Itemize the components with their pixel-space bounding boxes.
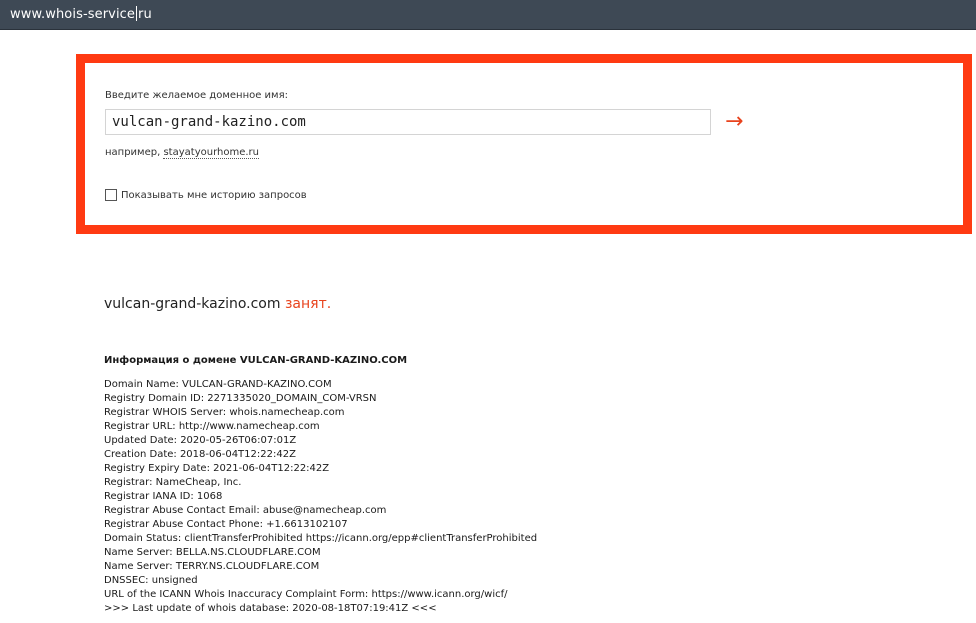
whois-line: Creation Date: 2018-06-04T12:22:42Z [104, 449, 296, 460]
whois-line: DNSSEC: unsigned [104, 575, 198, 586]
whois-line: Domain Name: VULCAN-GRAND-KAZINO.COM [104, 379, 332, 390]
submit-arrow-icon[interactable]: → [725, 109, 743, 135]
whois-line: Domain Status: clientTransferProhibited … [104, 533, 538, 544]
whois-record: Domain Name: VULCAN-GRAND-KAZINO.COM Regi… [104, 378, 537, 616]
result-status: занят. [284, 296, 332, 312]
url-host: www.whois-service [10, 7, 136, 22]
example-hint: например, stayatyourhome.ru [105, 147, 259, 159]
domain-info-title: Информация о домене VULCAN-GRAND-KAZINO.… [104, 355, 408, 366]
whois-line: Updated Date: 2020-05-26T06:07:01Z [104, 435, 297, 446]
address-url[interactable]: www.whois-service ru [10, 6, 152, 22]
history-checkbox-label[interactable]: Показывать мне историю запросов [121, 190, 307, 201]
example-domain-link[interactable]: stayatyourhome.ru [163, 147, 259, 159]
whois-line: Registrar Abuse Contact Phone: +1.661310… [104, 519, 348, 530]
domain-availability-result: vulcan-grand-kazino.com занят. [104, 296, 331, 312]
address-bar[interactable]: www.whois-service ru [0, 0, 976, 30]
domain-input[interactable] [105, 109, 711, 135]
history-checkbox[interactable] [105, 189, 117, 201]
text-caret [136, 6, 138, 21]
example-prefix: например, [105, 147, 161, 158]
whois-line: Registrar: NameCheap, Inc. [104, 477, 242, 488]
whois-line: Registrar IANA ID: 1068 [104, 491, 223, 502]
whois-line: Registrar URL: http://www.namecheap.com [104, 421, 320, 432]
whois-line: Registrar Abuse Contact Email: abuse@nam… [104, 505, 387, 516]
domain-prompt-label: Введите желаемое доменное имя: [105, 90, 288, 101]
whois-line: Name Server: BELLA.NS.CLOUDFLARE.COM [104, 547, 321, 558]
whois-line: Registry Expiry Date: 2021-06-04T12:22:4… [104, 463, 330, 474]
whois-line: Registrar WHOIS Server: whois.namecheap.… [104, 407, 345, 418]
result-domain: vulcan-grand-kazino.com [104, 296, 281, 312]
whois-line: Name Server: TERRY.NS.CLOUDFLARE.COM [104, 561, 320, 572]
whois-line: Registry Domain ID: 2271335020_DOMAIN_CO… [104, 393, 377, 404]
whois-line: URL of the ICANN Whois Inaccuracy Compla… [104, 589, 508, 600]
domain-search-panel: Введите желаемое доменное имя: → наприме… [76, 54, 972, 234]
whois-line: >>> Last update of whois database: 2020-… [104, 603, 437, 614]
url-tld: ru [138, 7, 152, 22]
